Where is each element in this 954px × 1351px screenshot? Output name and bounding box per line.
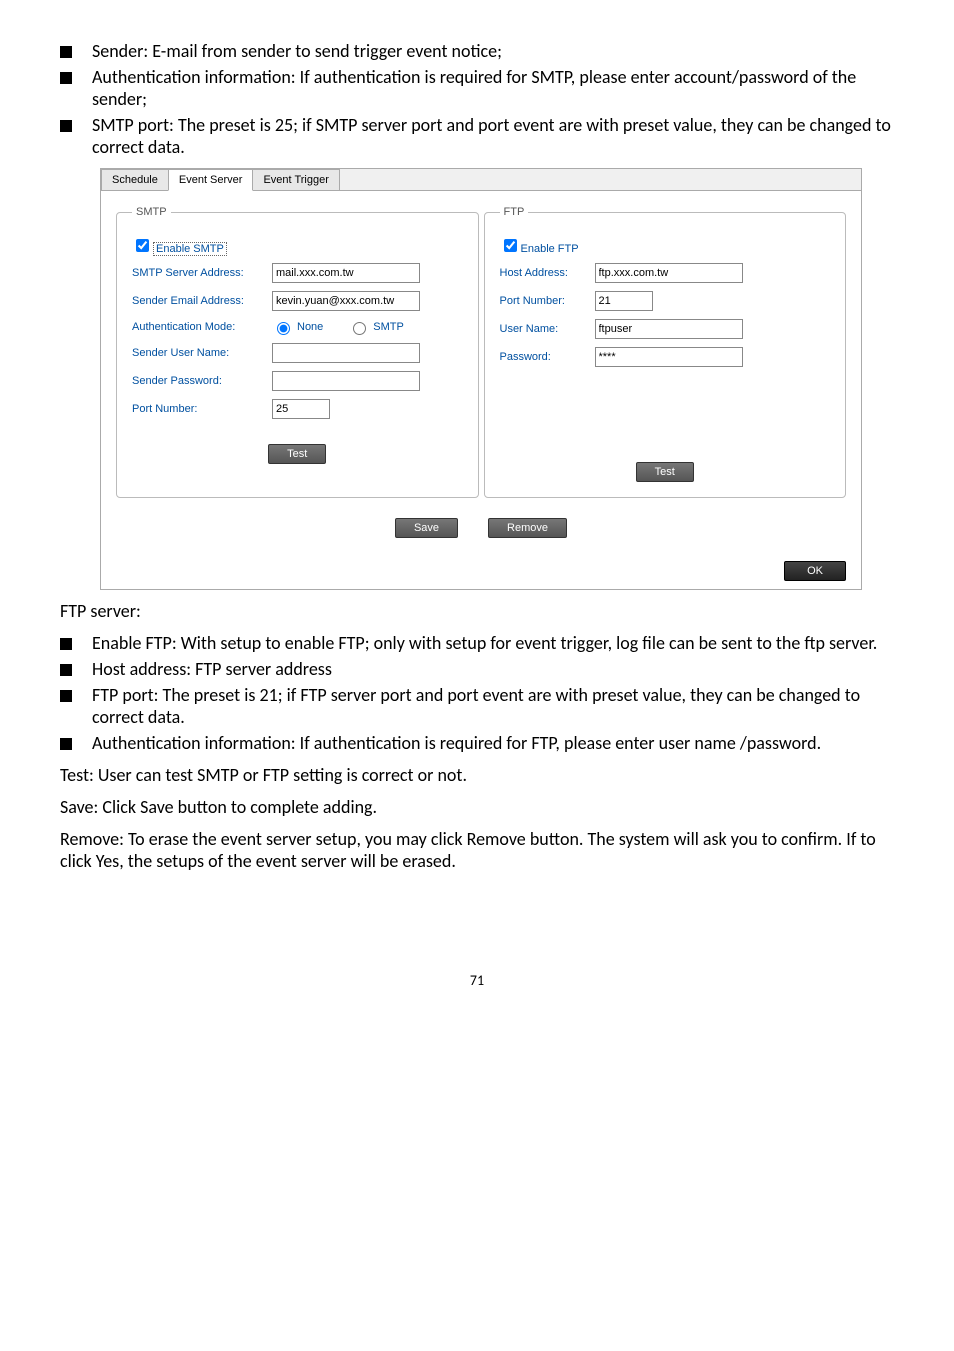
bullet-text: Authentication information: If authentic… — [92, 66, 894, 110]
ftp-port-label: Port Number: — [500, 295, 595, 307]
ftp-host-input[interactable] — [595, 263, 743, 283]
ftp-group: FTP Enable FTP Host Address: Port Number… — [484, 206, 847, 498]
smtp-test-button[interactable]: Test — [268, 444, 326, 464]
enable-ftp-checkbox[interactable]: Enable FTP — [500, 236, 579, 255]
sender-user-input[interactable] — [272, 343, 420, 363]
smtp-group: SMTP Enable SMTP SMTP Server Address: Se… — [116, 206, 479, 498]
smtp-port-label: Port Number: — [132, 403, 272, 415]
bullet-icon — [60, 738, 72, 750]
bullet-icon — [60, 664, 72, 676]
bullet-text: FTP port: The preset is 21; if FTP serve… — [92, 684, 894, 728]
para-save: Save: Click Save button to complete addi… — [60, 796, 894, 818]
tab-bar: Schedule Event Server Event Trigger — [101, 169, 861, 191]
top-bullet-list: Sender: E-mail from sender to send trigg… — [60, 40, 894, 158]
bullet-icon — [60, 72, 72, 84]
sender-pass-input[interactable] — [272, 371, 420, 391]
ftp-user-input[interactable] — [595, 319, 743, 339]
remove-button[interactable]: Remove — [488, 518, 567, 538]
bullet-text: Host address: FTP server address — [92, 658, 332, 680]
sender-email-label: Sender Email Address: — [132, 295, 272, 307]
tab-event-trigger[interactable]: Event Trigger — [252, 169, 339, 190]
auth-smtp-radio[interactable]: SMTP — [348, 319, 404, 335]
settings-dialog: Schedule Event Server Event Trigger SMTP… — [100, 168, 862, 590]
ftp-server-heading: FTP server: — [60, 600, 894, 622]
tab-event-server[interactable]: Event Server — [168, 169, 254, 191]
smtp-server-input[interactable] — [272, 263, 420, 283]
ftp-pass-label: Password: — [500, 351, 595, 363]
smtp-server-label: SMTP Server Address: — [132, 267, 272, 279]
sender-pass-label: Sender Password: — [132, 375, 272, 387]
para-test: Test: User can test SMTP or FTP setting … — [60, 764, 894, 786]
bullet-icon — [60, 690, 72, 702]
save-button[interactable]: Save — [395, 518, 458, 538]
bullet-icon — [60, 120, 72, 132]
smtp-port-input[interactable] — [272, 399, 330, 419]
ftp-user-label: User Name: — [500, 323, 595, 335]
ftp-port-input[interactable] — [595, 291, 653, 311]
bullet-text: SMTP port: The preset is 25; if SMTP ser… — [92, 114, 894, 158]
sender-email-input[interactable] — [272, 291, 420, 311]
ftp-pass-input[interactable] — [595, 347, 743, 367]
bullet-text: Authentication information: If authentic… — [92, 732, 821, 754]
ftp-bullet-list: Enable FTP: With setup to enable FTP; on… — [60, 632, 894, 754]
bullet-text: Sender: E-mail from sender to send trigg… — [92, 40, 502, 62]
page-number: 71 — [60, 972, 894, 989]
auth-mode-label: Authentication Mode: — [132, 321, 272, 333]
smtp-legend: SMTP — [132, 206, 171, 218]
tab-schedule[interactable]: Schedule — [101, 169, 169, 190]
sender-user-label: Sender User Name: — [132, 347, 272, 359]
ftp-legend: FTP — [500, 206, 529, 218]
ftp-host-label: Host Address: — [500, 267, 595, 279]
ftp-test-button[interactable]: Test — [636, 462, 694, 482]
bullet-text: Enable FTP: With setup to enable FTP; on… — [92, 632, 877, 654]
para-remove: Remove: To erase the event server setup,… — [60, 828, 894, 872]
ok-button[interactable]: OK — [784, 561, 846, 581]
auth-none-radio[interactable]: None — [272, 319, 323, 335]
bullet-icon — [60, 638, 72, 650]
bullet-icon — [60, 46, 72, 58]
enable-smtp-checkbox[interactable]: Enable SMTP — [132, 236, 227, 255]
